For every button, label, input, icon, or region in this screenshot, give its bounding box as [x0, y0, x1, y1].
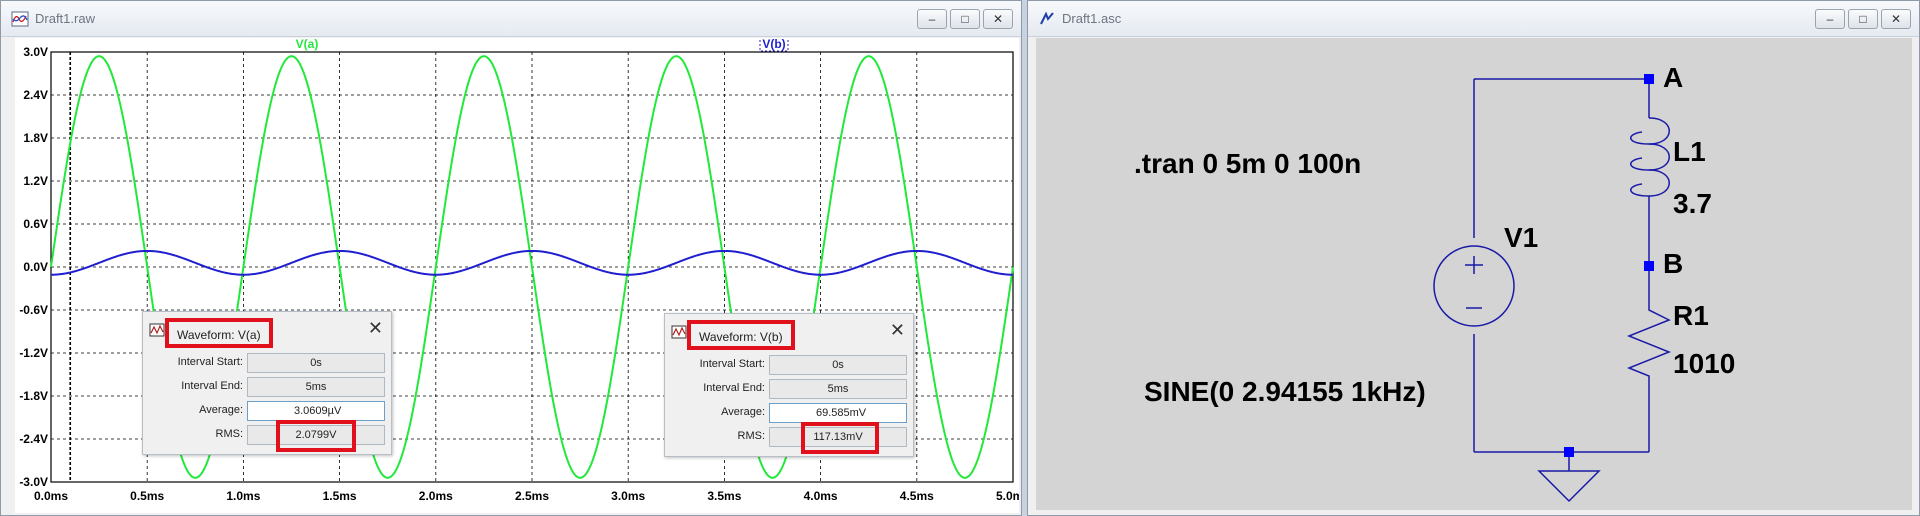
v1-value[interactable]: SINE(0 2.94155 1kHz) [1144, 376, 1426, 408]
x-tick-label: 0.0ms [34, 489, 68, 503]
close-button[interactable]: ✕ [1881, 9, 1911, 29]
schematic-window: Draft1.asc – □ ✕ .tran 0 5m 0 100n V1 SI… [1027, 0, 1920, 516]
waveform-icon [149, 323, 165, 337]
node-a-label[interactable]: A [1663, 62, 1683, 94]
ground-symbol[interactable] [1537, 452, 1601, 503]
interval-end-label: Interval End: [703, 382, 765, 394]
y-tick-label: 1.8V [23, 131, 48, 145]
waveform-icon [671, 325, 687, 339]
interval-end-field[interactable]: 5ms [769, 379, 907, 399]
average-label: Average: [721, 406, 765, 418]
inductor-l1[interactable] [1630, 117, 1670, 208]
interval-start-label: Interval Start: [177, 356, 243, 368]
tran-directive[interactable]: .tran 0 5m 0 100n [1134, 148, 1361, 180]
y-tick-label: -1.8V [19, 389, 48, 403]
waveform-measure-popup-va[interactable]: Waveform: V(a) ✕ Interval Start: 0s Inte… [142, 311, 392, 455]
interval-end-row: Interval End: 5ms [143, 376, 393, 398]
rms-row: RMS: 2.0799V [143, 424, 393, 446]
y-tick-label: 1.2V [23, 174, 48, 188]
trace-label-vb[interactable]: V(b) [762, 38, 785, 51]
interval-start-label: Interval Start: [699, 358, 765, 370]
v1-label[interactable]: V1 [1504, 222, 1538, 254]
node-b-dot[interactable] [1644, 261, 1654, 271]
voltage-source-v1[interactable] [1433, 245, 1515, 327]
x-tick-label: 3.5ms [707, 489, 741, 503]
popup-close-icon[interactable]: ✕ [890, 320, 905, 340]
x-tick-label: 4.5ms [900, 489, 934, 503]
average-label: Average: [199, 404, 243, 416]
r1-label[interactable]: R1 [1673, 300, 1709, 332]
x-tick-label: 2.0ms [419, 489, 453, 503]
y-tick-label: 3.0V [23, 45, 48, 59]
trace-label-va[interactable]: V(a) [296, 38, 319, 51]
average-field[interactable]: 3.0609µV [247, 401, 385, 421]
x-tick-label: 1.5ms [323, 489, 357, 503]
node-b-label[interactable]: B [1663, 248, 1683, 280]
schematic-window-title: Draft1.asc [1062, 11, 1122, 26]
rms-label: RMS: [737, 430, 766, 442]
waveform-window: Draft1.raw – □ ✕ 0.0ms 0.5ms 1.0ms 1.5ms 2.0… [0, 0, 1022, 516]
schematic-app-icon [1040, 11, 1054, 25]
interval-start-field[interactable]: 0s [247, 353, 385, 373]
minimize-button[interactable]: – [917, 9, 947, 29]
x-tick-label: 5.0ms [996, 489, 1019, 503]
x-tick-label: 1.0ms [226, 489, 260, 503]
x-tick-label: 0.5ms [130, 489, 164, 503]
interval-end-label: Interval End: [181, 380, 243, 392]
x-tick-label: 3.0ms [611, 489, 645, 503]
interval-start-field[interactable]: 0s [769, 355, 907, 375]
minimize-button[interactable]: – [1815, 9, 1845, 29]
schematic-canvas[interactable]: .tran 0 5m 0 100n V1 SINE(0 2.94155 1kHz… [1036, 38, 1912, 510]
average-row: Average: 3.0609µV [143, 400, 393, 422]
waveform-app-icon [11, 11, 29, 27]
interval-end-row: Interval End: 5ms [665, 378, 915, 400]
close-button[interactable]: ✕ [983, 9, 1013, 29]
l1-label[interactable]: L1 [1673, 136, 1706, 168]
interval-end-field[interactable]: 5ms [247, 377, 385, 397]
interval-start-row: Interval Start: 0s [143, 352, 393, 374]
rms-field[interactable]: 2.0799V [247, 425, 385, 445]
y-tick-label: 0.6V [23, 217, 48, 231]
x-tick-label: 2.5ms [515, 489, 549, 503]
y-tick-label: 2.4V [23, 88, 48, 102]
popup-title: Waveform: V(a) [165, 318, 273, 348]
waveform-window-title: Draft1.raw [35, 11, 95, 26]
l1-value[interactable]: 3.7 [1673, 188, 1712, 220]
rms-row: RMS: 117.13mV [665, 426, 915, 448]
interval-start-row: Interval Start: 0s [665, 354, 915, 376]
node-gnd-dot[interactable] [1564, 447, 1574, 457]
schematic-window-titlebar[interactable]: Draft1.asc – □ ✕ [1028, 1, 1919, 37]
popup-title: Waveform: V(b) [687, 320, 795, 350]
y-tick-label: -3.0V [19, 475, 48, 489]
schematic-drawing [1433, 74, 1672, 503]
waveform-measure-popup-vb[interactable]: Waveform: V(b) ✕ Interval Start: 0s Inte… [664, 313, 914, 457]
r1-value[interactable]: 1010 [1673, 348, 1735, 380]
y-tick-label: -0.6V [19, 303, 48, 317]
y-tick-label: 0.0V [23, 260, 48, 274]
maximize-button[interactable]: □ [950, 9, 980, 29]
popup-close-icon[interactable]: ✕ [368, 318, 383, 338]
node-a-dot[interactable] [1644, 74, 1654, 84]
maximize-button[interactable]: □ [1848, 9, 1878, 29]
y-tick-label: -1.2V [19, 346, 48, 360]
rms-label: RMS: [215, 428, 244, 440]
average-field[interactable]: 69.585mV [769, 403, 907, 423]
x-tick-label: 4.0ms [804, 489, 838, 503]
average-row: Average: 69.585mV [665, 402, 915, 424]
rms-field[interactable]: 117.13mV [769, 427, 907, 447]
y-tick-label: -2.4V [19, 432, 48, 446]
resistor-r1[interactable] [1626, 302, 1672, 384]
waveform-window-titlebar[interactable]: Draft1.raw – □ ✕ [1, 1, 1021, 37]
